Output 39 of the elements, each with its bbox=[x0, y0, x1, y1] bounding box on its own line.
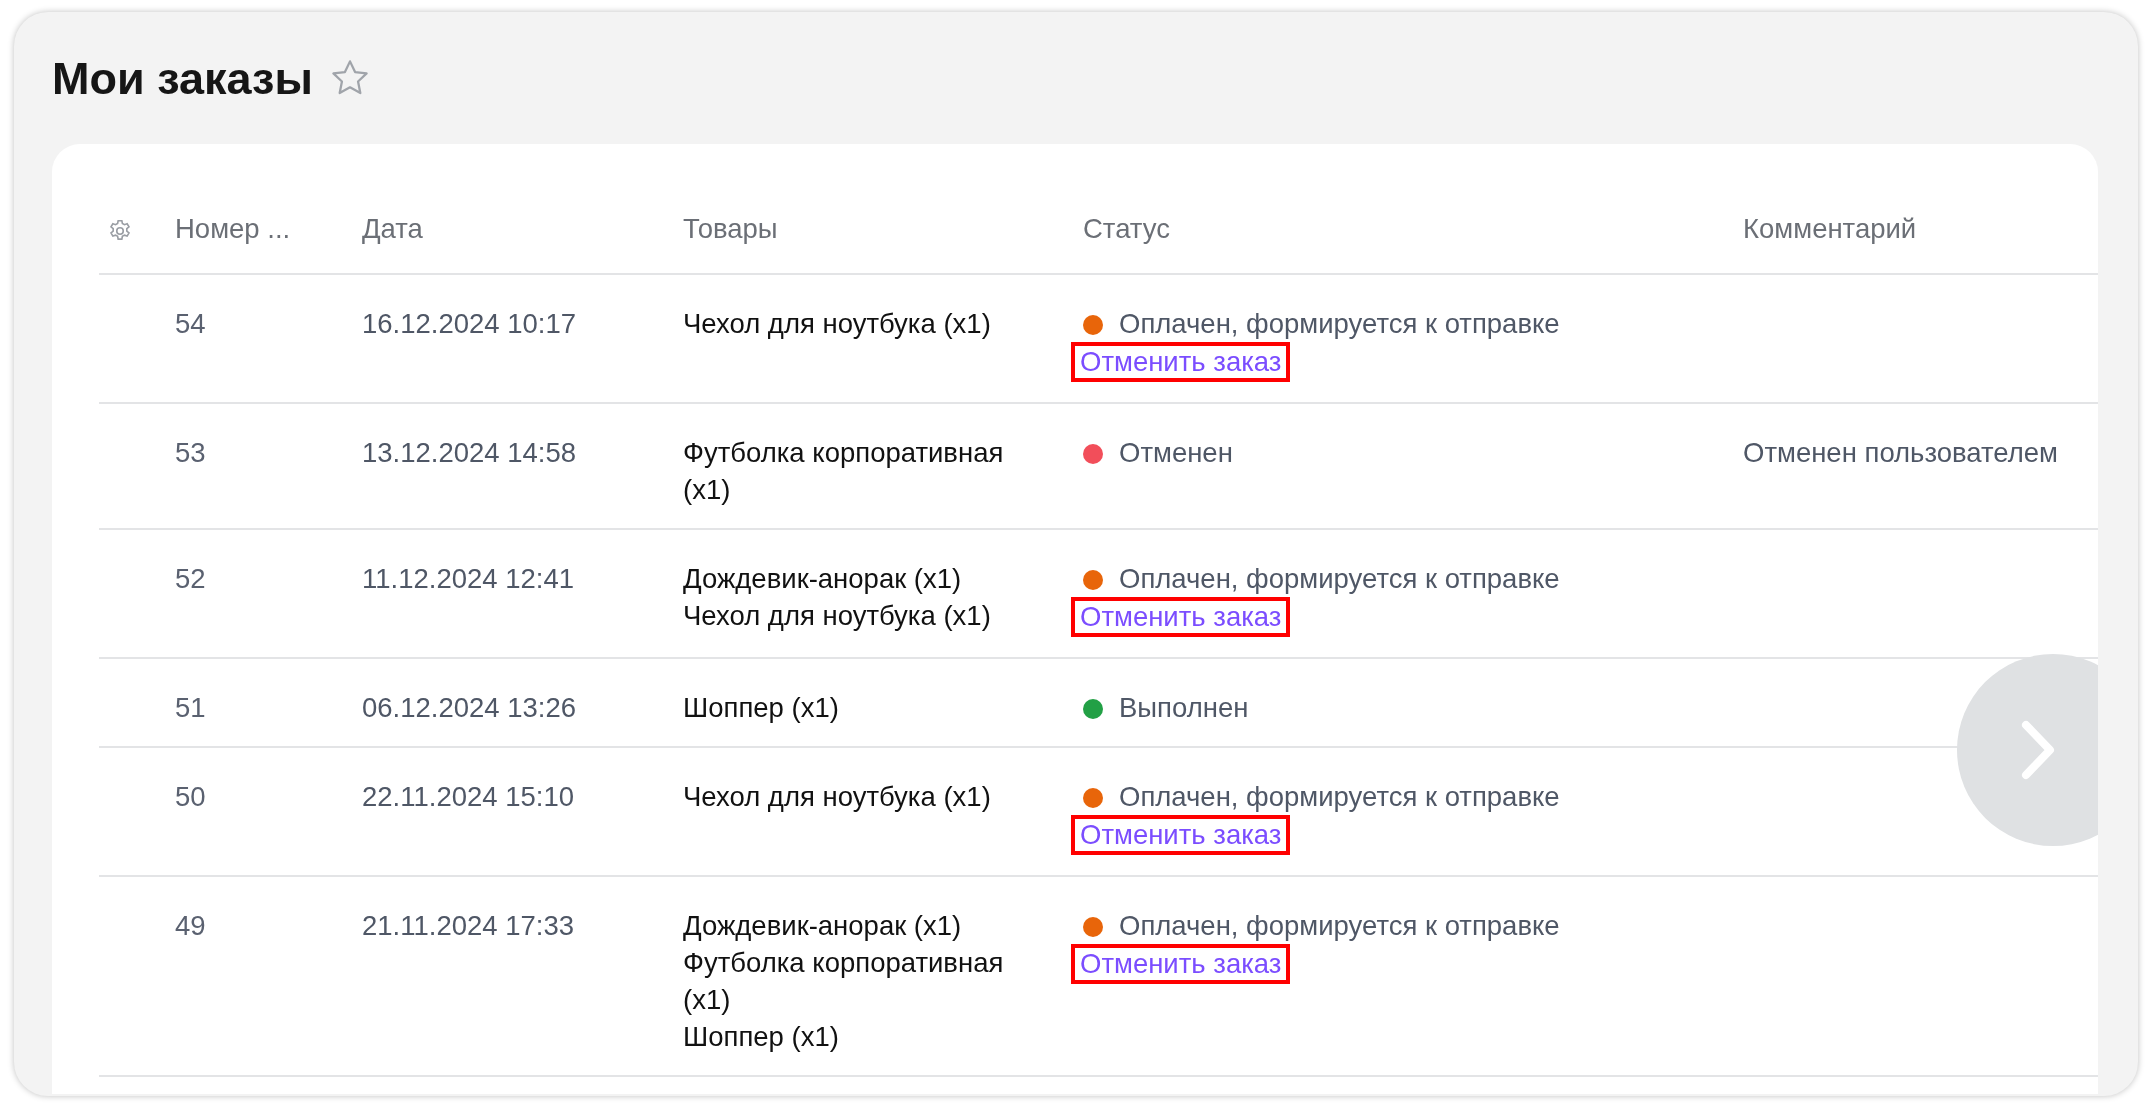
column-header[interactable]: Номер ... bbox=[175, 213, 291, 244]
product-item: Чехол для ноутбука (x1) bbox=[683, 307, 992, 342]
product-item: Шоппер (x1) bbox=[683, 691, 840, 726]
order-date: 21.11.2024 17:33 bbox=[362, 910, 575, 942]
order-comment: Отменен пользователем bbox=[1743, 437, 2058, 469]
product-item: Дождевик-анорак (x1) bbox=[683, 909, 963, 944]
product-item: Дождевик-анорак (x1) bbox=[683, 562, 963, 597]
order-date: 22.11.2024 15:10 bbox=[362, 781, 575, 813]
status-label: Оплачен, формируется к отправке bbox=[1119, 910, 1560, 942]
order-number: 51 bbox=[175, 692, 206, 724]
chevron-right-icon bbox=[2021, 720, 2055, 780]
cancel-order-link[interactable]: Отменить заказ bbox=[1071, 815, 1291, 856]
product-item: Футболка корпоративная (x1) bbox=[683, 946, 1005, 1018]
order-number: 49 bbox=[175, 910, 206, 942]
status-label: Оплачен, формируется к отправке bbox=[1119, 308, 1560, 340]
column-header[interactable]: Дата bbox=[362, 213, 423, 244]
order-date: 16.12.2024 10:17 bbox=[362, 308, 577, 340]
status-label: Отменен bbox=[1119, 437, 1233, 469]
cancel-order-link[interactable]: Отменить заказ bbox=[1071, 597, 1291, 638]
product-item: Футболка корпоративная (x1) bbox=[683, 436, 1005, 508]
column-header[interactable]: Статус bbox=[1083, 213, 1170, 244]
order-number: 52 bbox=[175, 563, 206, 595]
cancel-order-link[interactable]: Отменить заказ bbox=[1071, 944, 1291, 985]
order-date: 06.12.2024 13:26 bbox=[362, 692, 577, 724]
order-date: 11.12.2024 12:41 bbox=[362, 563, 575, 595]
order-date: 13.12.2024 14:58 bbox=[362, 437, 577, 469]
column-header[interactable]: Комментарий bbox=[1743, 213, 1917, 244]
column-header[interactable]: Товары bbox=[683, 213, 778, 244]
status-label: Выполнен bbox=[1119, 692, 1249, 724]
status-label: Оплачен, формируется к отправке bbox=[1119, 781, 1560, 813]
order-number: 54 bbox=[175, 308, 206, 340]
product-item: Чехол для ноутбука (x1) bbox=[683, 599, 992, 634]
product-item: Чехол для ноутбука (x1) bbox=[683, 780, 992, 815]
product-item: Шоппер (x1) bbox=[683, 1020, 840, 1055]
page-title: Мои заказы bbox=[52, 55, 313, 101]
order-number: 53 bbox=[175, 437, 206, 469]
order-number: 50 bbox=[175, 781, 206, 813]
status-label: Оплачен, формируется к отправке bbox=[1119, 563, 1560, 595]
cancel-order-link[interactable]: Отменить заказ bbox=[1071, 342, 1291, 383]
